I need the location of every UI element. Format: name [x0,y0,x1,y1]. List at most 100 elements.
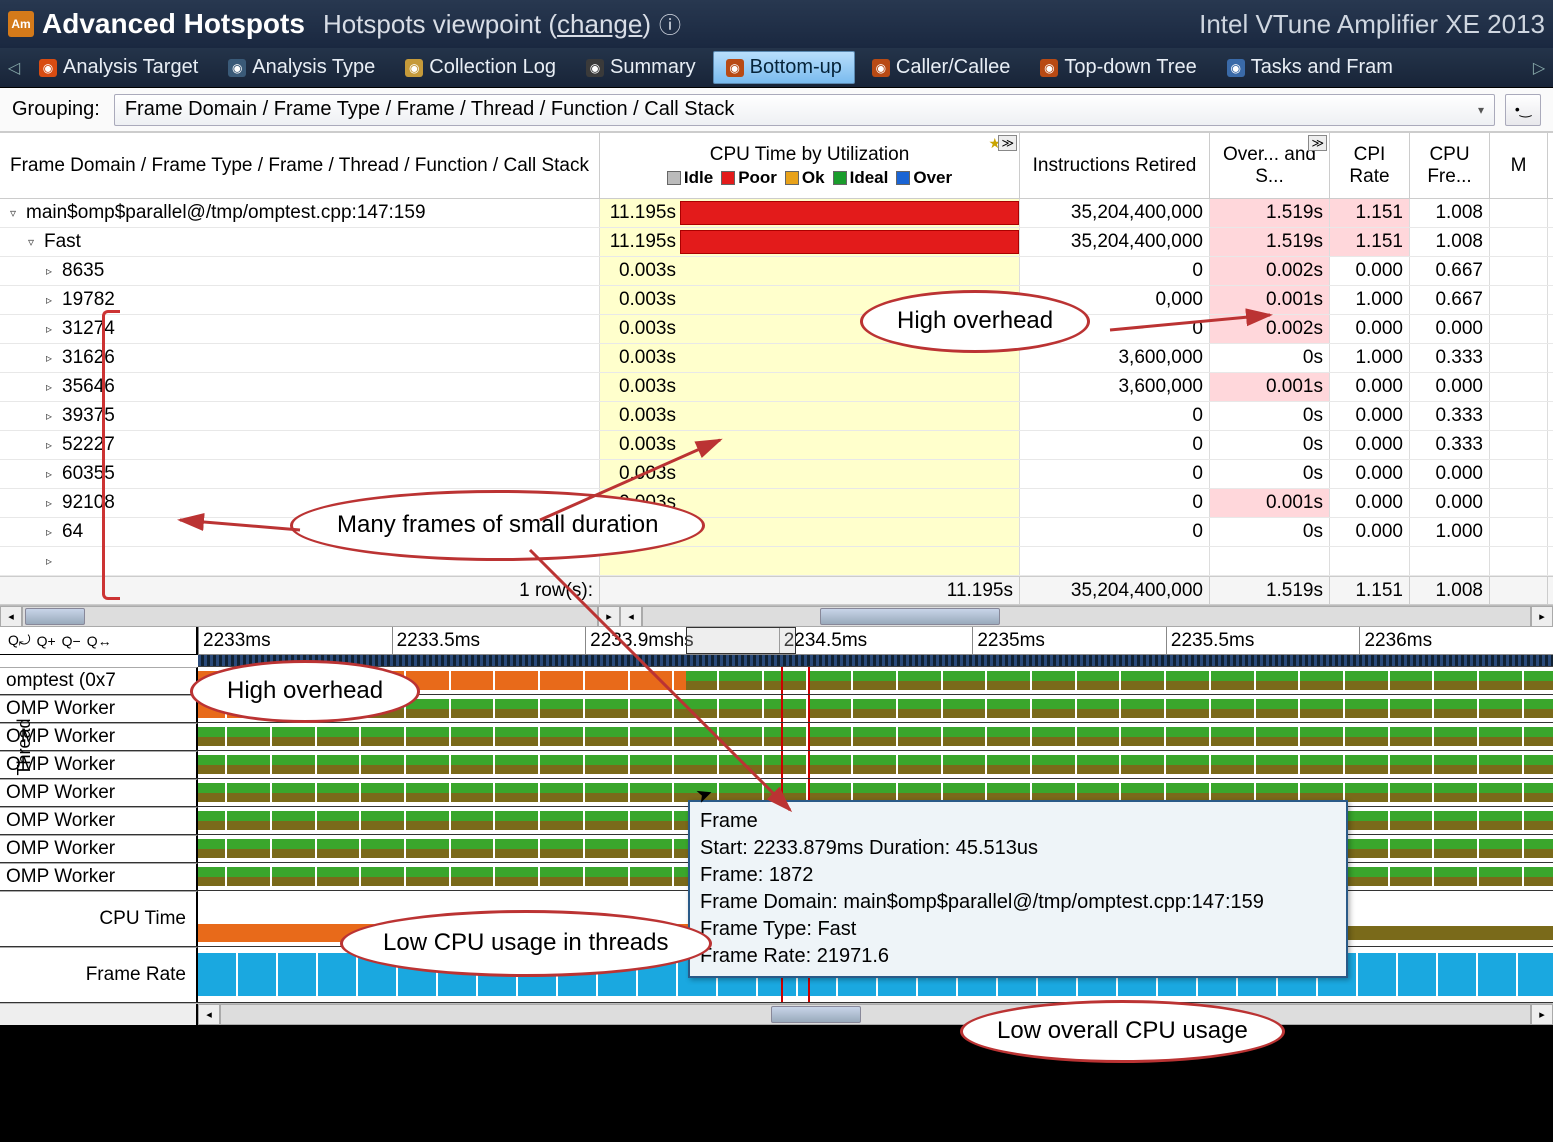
tree-toggle-icon[interactable]: ▿ [28,235,42,249]
scroll-left-icon[interactable]: ◂ [620,606,642,627]
scroll-thumb[interactable] [771,1006,861,1023]
row-overhead: 1.519s [1210,199,1330,227]
frame-strip[interactable] [198,655,1553,667]
thread-label[interactable]: OMP Worker [0,779,198,806]
row-instructions: 35,204,400,000 [1020,228,1210,256]
thread-lane[interactable] [198,751,1553,778]
scroll-right-icon[interactable]: ▸ [1531,1004,1553,1025]
scroll-right-icon[interactable]: ▸ [1531,606,1553,627]
thread-label[interactable]: omptest (0x7 [0,667,198,694]
table-row[interactable]: ▹197820.003s0,0000.001s1.0000.667 [0,286,1553,315]
chevron-down-icon: ▾ [1478,103,1484,117]
tree-toggle-icon[interactable]: ▹ [46,554,60,568]
tree-toggle-icon[interactable]: ▹ [46,264,60,278]
ruler-tick: 2233.5ms [392,627,586,654]
thread-label[interactable]: OMP Worker [0,807,198,834]
zoom-reset-icon[interactable]: Q⤾ [6,632,33,649]
tab-icon: ◉ [228,59,246,77]
zoom-fit-icon[interactable]: Q↔ [85,633,114,649]
row-name: ▹31274 [0,315,600,343]
tabs-scroll-right-icon[interactable]: ▷ [1529,58,1549,78]
thread-lane[interactable] [198,667,1553,694]
col-cpi[interactable]: CPI Rate [1330,133,1410,198]
expand-icon[interactable]: ≫ [1308,135,1327,151]
tree-toggle-icon[interactable]: ▹ [46,322,60,336]
table-row[interactable]: ▹356460.003s3,600,0000.001s0.0000.000 [0,373,1553,402]
tab-analysis-type[interactable]: ◉Analysis Type [215,51,388,84]
tab-bottom-up[interactable]: ◉Bottom-up [713,51,855,84]
table-row[interactable]: ▹921080.003s00.001s0.0000.000 [0,489,1553,518]
zoom-out-icon[interactable]: Q− [60,633,83,649]
tab-top-down-tree[interactable]: ◉Top-down Tree [1027,51,1209,84]
tooltip-title: Frame [700,808,1336,835]
thread-lane[interactable] [198,695,1553,722]
tab-analysis-target[interactable]: ◉Analysis Target [26,51,211,84]
col-cpu-util[interactable]: ★ ≫ CPU Time by Utilization Idle Poor Ok… [600,133,1020,198]
tab-tasks-and-fram[interactable]: ◉Tasks and Fram [1214,51,1406,84]
thread-label[interactable]: OMP Worker [0,751,198,778]
tree-toggle-icon[interactable]: ▹ [46,380,60,394]
tree-toggle-icon[interactable]: ▹ [46,438,60,452]
table-row[interactable]: ▿Fast11.195s35,204,400,0001.519s1.1511.0… [0,228,1553,257]
scroll-right-icon[interactable]: ▸ [598,606,620,627]
col-overhead[interactable]: ≫Over... and S... [1210,133,1330,198]
row-name: ▹92108 [0,489,600,517]
tree-toggle-icon[interactable]: ▹ [46,467,60,481]
table-row[interactable]: ▹603550.003s00s0.0000.000 [0,460,1553,489]
row-freq: 1.008 [1410,199,1490,227]
thread-label[interactable]: OMP Worker [0,723,198,750]
row-cpi: 1.000 [1330,344,1410,372]
scroll-thumb[interactable] [25,608,85,625]
ruler-selection[interactable] [686,627,796,654]
col-m[interactable]: M [1490,133,1548,198]
tree-toggle-icon[interactable]: ▹ [46,351,60,365]
tab-summary[interactable]: ◉Summary [573,51,709,84]
col-instructions[interactable]: Instructions Retired [1020,133,1210,198]
summary-row: 1 row(s): 11.195s 35,204,400,000 1.519s … [0,576,1553,605]
row-instructions: 3,600,000 [1020,373,1210,401]
tree-toggle-icon[interactable]: ▹ [46,409,60,423]
row-m [1490,344,1548,372]
change-viewpoint-link[interactable]: change [557,9,642,39]
table-hscroll[interactable]: ◂ ▸ ◂ ▸ [0,605,1553,627]
row-name: ▹31626 [0,344,600,372]
table-row[interactable]: ▹ [0,547,1553,576]
tree-toggle-icon[interactable]: ▹ [46,293,60,307]
row-cpi: 0.000 [1330,518,1410,546]
table-row[interactable]: ▿main$omp$parallel@/tmp/omptest.cpp:147:… [0,199,1553,228]
col-cpu-freq[interactable]: CPU Fre... [1410,133,1490,198]
expand-icon[interactable]: ≫ [998,135,1017,151]
tab-caller-callee[interactable]: ◉Caller/Callee [859,51,1024,84]
table-row[interactable]: ▹522270.003s00s0.0000.333 [0,431,1553,460]
scroll-left-icon[interactable]: ◂ [198,1004,220,1025]
scroll-left-icon[interactable]: ◂ [0,606,22,627]
timeline-hscroll[interactable]: ◂ ▸ [0,1003,1553,1025]
tab-icon: ◉ [726,59,744,77]
help-icon[interactable]: ⓘ [659,8,681,40]
scroll-thumb[interactable] [820,608,1000,625]
table-row[interactable]: ▹316260.003s3,600,0000s1.0000.333 [0,344,1553,373]
grouping-dropdown[interactable]: Frame Domain / Frame Type / Frame / Thre… [114,94,1495,126]
tab-collection-log[interactable]: ◉Collection Log [392,51,569,84]
col-name[interactable]: Frame Domain / Frame Type / Frame / Thre… [0,133,600,198]
timeline-ruler[interactable]: 2233ms2233.5ms2233.9mshs2234.5ms2235ms22… [198,627,1553,655]
row-cpu-util: 0.003s [600,344,1020,372]
tabs-scroll-left-icon[interactable]: ◁ [4,58,24,78]
table-row[interactable]: ▹312740.003s00.002s0.0000.000 [0,315,1553,344]
grouping-options-button[interactable]: •‿ [1505,94,1541,126]
tree-toggle-icon[interactable]: ▹ [46,496,60,510]
thread-label[interactable]: OMP Worker [0,695,198,722]
table-row[interactable]: ▹86350.003s00.002s0.0000.667 [0,257,1553,286]
thread-label[interactable]: OMP Worker [0,863,198,890]
zoom-in-icon[interactable]: Q+ [35,633,58,649]
thread-lane[interactable] [198,723,1553,750]
col-m-text: M [1511,155,1527,177]
table-row[interactable]: ▹393750.003s00s0.0000.333 [0,402,1553,431]
tree-toggle-icon[interactable]: ▿ [10,206,24,220]
table-row[interactable]: ▹640.002s00s0.0001.000 [0,518,1553,547]
thread-label[interactable]: OMP Worker [0,835,198,862]
row-freq: 0.000 [1410,489,1490,517]
row-cpi: 0.000 [1330,315,1410,343]
tree-toggle-icon[interactable]: ▹ [46,525,60,539]
row-instructions: 0 [1020,431,1210,459]
